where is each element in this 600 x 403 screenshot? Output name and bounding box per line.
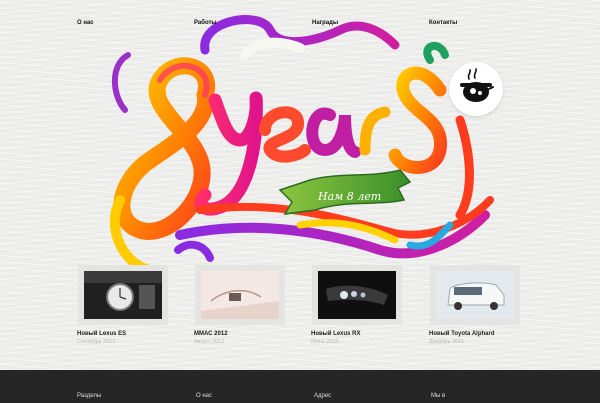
- news-thumbnail[interactable]: [318, 271, 396, 319]
- nav-item-awards[interactable]: Награды: [312, 20, 338, 26]
- news-card[interactable]: [312, 265, 402, 325]
- ribbon-label: Нам 8 лет: [317, 190, 381, 203]
- news-card[interactable]: [78, 265, 168, 325]
- footer: Разделы О нас Адрес Мы в: [0, 370, 600, 403]
- news-date: Июнь 2012: [311, 339, 339, 345]
- company-logo[interactable]: [449, 62, 503, 116]
- news-thumbnail[interactable]: [84, 271, 162, 319]
- news-thumbnail[interactable]: [201, 271, 279, 319]
- footer-item-about[interactable]: О нас: [196, 393, 212, 399]
- steaming-pot-logo-icon: [460, 68, 494, 102]
- top-navigation: О нас Работы Награды Контакты: [0, 20, 600, 34]
- news-title[interactable]: ММАС 2012: [194, 331, 228, 337]
- nav-item-contacts[interactable]: Контакты: [429, 20, 457, 26]
- news-card[interactable]: [195, 265, 285, 325]
- news-title[interactable]: Новый Lexus RX: [311, 331, 361, 337]
- footer-item-address[interactable]: Адрес: [314, 393, 331, 399]
- news-card[interactable]: [430, 265, 520, 325]
- footer-item-sections[interactable]: Разделы: [77, 393, 101, 399]
- news-title[interactable]: Новый Lexus ES: [77, 331, 126, 337]
- news-date: Сентябрь 2012: [77, 339, 116, 345]
- news-date: Декабрь 2011: [429, 339, 464, 345]
- footer-item-social[interactable]: Мы в: [431, 393, 445, 399]
- news-title[interactable]: Новый Toyota Alphard: [429, 331, 495, 337]
- nav-item-about[interactable]: О нас: [77, 20, 94, 26]
- news-thumbnail[interactable]: [436, 271, 514, 319]
- nav-item-works[interactable]: Работы: [194, 20, 217, 26]
- news-date: Август 2012: [194, 339, 225, 345]
